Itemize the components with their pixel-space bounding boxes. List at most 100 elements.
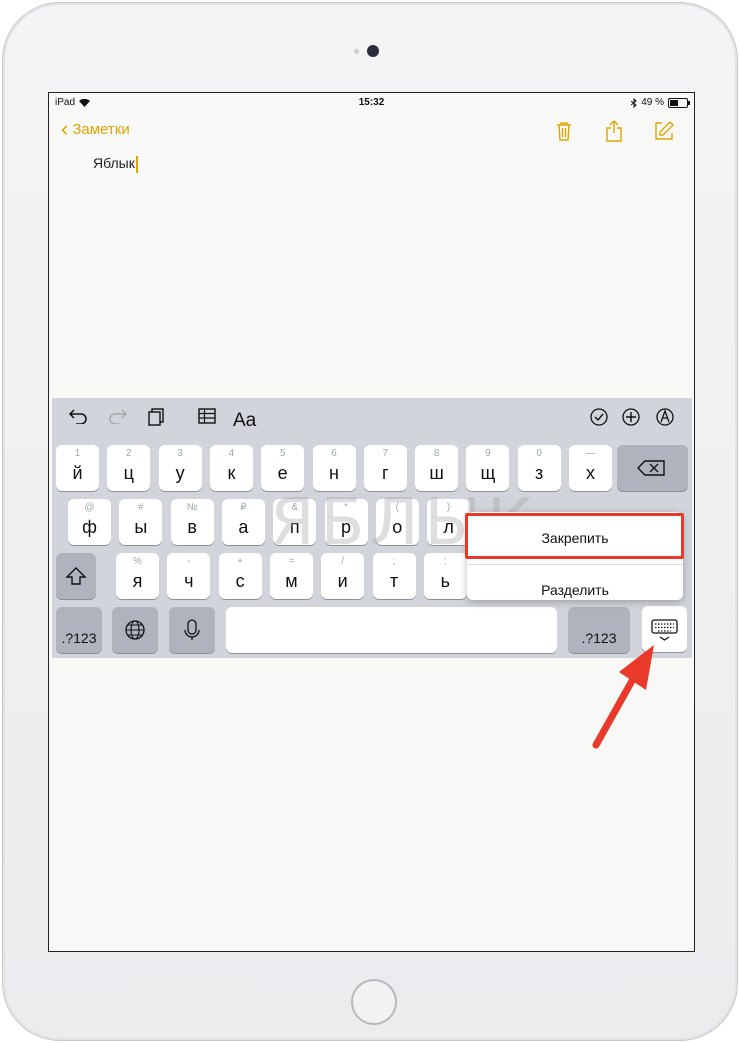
key-hint: 3 (177, 448, 183, 459)
numbers-key-right[interactable]: .?123 (568, 607, 630, 653)
key-hint: 9 (485, 448, 491, 459)
table-icon[interactable] (198, 408, 216, 429)
bluetooth-icon (631, 97, 637, 108)
key-а[interactable]: ₽ а (221, 499, 265, 545)
key-char: у (175, 463, 185, 483)
key-hint: 8 (433, 448, 440, 459)
key-hint: — (585, 448, 596, 459)
key-char: а (238, 517, 249, 537)
chevron-left-icon: ‹ (61, 115, 69, 141)
key-hint: % (133, 556, 142, 567)
key-hint: 4 (228, 448, 235, 459)
key-й[interactable]: 1й (56, 445, 99, 491)
nav-bar: ‹ Заметки (49, 115, 694, 145)
key-ш[interactable]: 8ш (415, 445, 459, 491)
highlight-box (465, 513, 684, 559)
battery-percent: 49 % (641, 97, 664, 108)
key-hint: 2 (126, 448, 132, 459)
key-char: ы (134, 517, 148, 537)
trash-icon[interactable] (552, 119, 576, 143)
key-char: .?123 (581, 630, 617, 646)
key-char: .?123 (61, 630, 97, 646)
add-icon[interactable] (622, 408, 640, 431)
delete-key[interactable] (617, 445, 688, 491)
front-camera (367, 45, 379, 57)
key-char: я (132, 571, 143, 591)
key-char: щ (480, 463, 496, 483)
key-с[interactable]: + с (218, 553, 262, 599)
battery-icon (668, 97, 690, 108)
key-char: ь (440, 571, 450, 591)
key-hint: # (138, 502, 144, 513)
note-body[interactable]: Яблык (93, 155, 138, 173)
text-format-icon[interactable]: Aa (233, 410, 256, 432)
status-bar: iPad 15:32 49 % (49, 93, 694, 113)
compose-icon[interactable] (652, 119, 676, 143)
keyboard-toolbar: Aa (52, 398, 692, 438)
key-char: ц (123, 463, 134, 483)
hide-keyboard-button[interactable] (642, 606, 687, 652)
key-hint: ₽ (240, 502, 247, 513)
back-button[interactable]: ‹ Заметки (61, 115, 130, 141)
key-char: ф (82, 517, 97, 537)
key-hint: @ (84, 502, 95, 513)
key-char: н (329, 463, 339, 483)
back-label: Заметки (72, 121, 130, 138)
delete-icon (637, 460, 665, 476)
key-ц[interactable]: 2ц (107, 445, 151, 491)
key-hint: - (187, 556, 191, 567)
keyboard-dismiss-icon (651, 619, 678, 641)
undo-icon[interactable] (68, 408, 88, 429)
numbers-key-left[interactable]: .?123 (56, 607, 102, 653)
split-keyboard-option[interactable]: Разделить (467, 568, 683, 612)
key-char: е (277, 463, 288, 483)
key-hint: 1 (74, 448, 81, 459)
sensor-dot (354, 49, 359, 54)
menu-divider (467, 564, 683, 565)
key-char: х (586, 463, 595, 483)
key-з[interactable]: 0з (517, 445, 561, 491)
markup-icon[interactable] (656, 408, 674, 431)
key-char: й (72, 463, 83, 483)
key-hint: 7 (382, 448, 389, 459)
home-button[interactable] (351, 979, 397, 1025)
microphone-key[interactable] (169, 607, 215, 653)
microphone-icon (184, 619, 200, 640)
key-char: с (235, 571, 245, 591)
key-char: и (337, 571, 348, 591)
key-у[interactable]: 3у (158, 445, 202, 491)
key-х[interactable]: — х (569, 445, 612, 491)
key-char: ш (429, 463, 444, 483)
paste-icon[interactable] (148, 408, 164, 431)
key-hint: 6 (331, 448, 337, 459)
share-icon[interactable] (602, 119, 626, 143)
key-char: в (187, 517, 197, 537)
shift-key[interactable] (56, 553, 96, 599)
space-bar[interactable] (226, 607, 557, 653)
key-hint: 5 (279, 448, 286, 459)
key-ч[interactable]: -ч (167, 553, 211, 599)
key-я[interactable]: % я (116, 553, 159, 599)
key-ы[interactable]: # ы (119, 499, 163, 545)
key-в[interactable]: № в (170, 499, 214, 545)
globe-key[interactable] (112, 607, 158, 653)
shift-icon (65, 567, 87, 585)
clock: 15:32 (358, 97, 385, 108)
key-ф[interactable]: @ ф (68, 499, 111, 545)
key-г[interactable]: 7г (363, 445, 407, 491)
key-char: м (285, 571, 298, 591)
key-к[interactable]: 4к (209, 445, 253, 491)
key-char: ч (184, 571, 194, 591)
text-cursor (135, 155, 138, 173)
redo-icon[interactable] (108, 408, 128, 429)
key-щ[interactable]: 9щ (466, 445, 510, 491)
key-е[interactable]: 5е (261, 445, 305, 491)
note-text: Яблык (93, 155, 135, 171)
checklist-icon[interactable] (590, 408, 608, 431)
key-char: г (382, 463, 389, 483)
key-char: к (227, 463, 236, 483)
key-hint: № (186, 502, 198, 513)
key-н[interactable]: 6н (312, 445, 356, 491)
key-char: т (389, 571, 399, 591)
key-hint: + (237, 556, 244, 567)
